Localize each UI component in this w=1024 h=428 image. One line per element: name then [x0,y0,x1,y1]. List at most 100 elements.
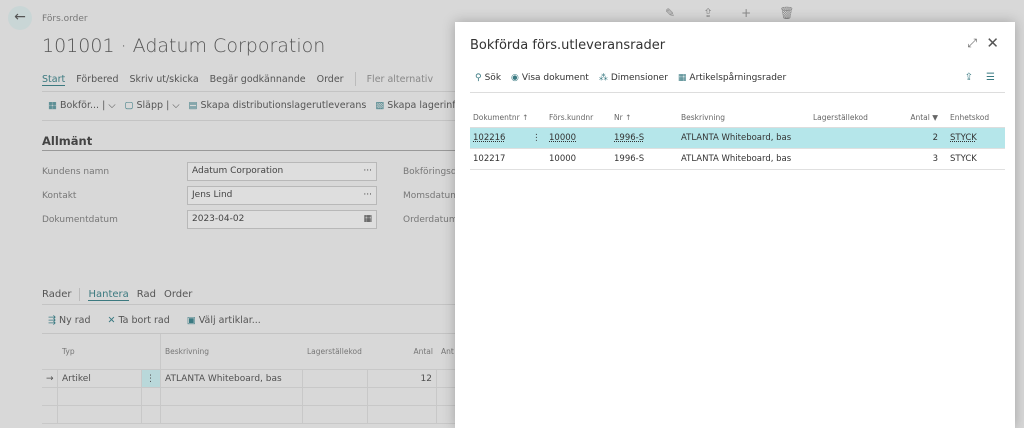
delete-line-button[interactable]: ✕ Ta bort rad [107,315,169,326]
customer-name-field[interactable]: Adatum Corporation ··· [187,162,377,181]
cell-no[interactable]: 1996-S [614,154,681,164]
item-tracking-button[interactable]: ▦ Artikelspårningsrader [678,73,786,83]
label-order-date: Orderdatum [403,215,455,225]
dimensions-button[interactable]: ⁂ Dimensioner [599,73,668,83]
lookup-icon[interactable]: ··· [363,166,372,177]
tab-rad[interactable]: Rad [137,289,156,300]
select-items-button[interactable]: ▣ Välj artiklar... [187,315,261,326]
divider [42,304,456,305]
col-ant[interactable]: Ant [437,334,456,369]
tab-hantera[interactable]: Hantera [88,289,129,301]
cell-unit[interactable]: STYCK [938,154,998,164]
delete-line-icon: ✕ [107,315,116,326]
divider [42,91,456,92]
label-vat-date: Momsdatum [403,191,455,201]
show-document-button[interactable]: ◉ Visa dokument [511,73,589,83]
dimensions-icon: ⁂ [598,73,608,83]
col-nr[interactable]: Nr ↑ [614,113,681,122]
delete-icon[interactable]: 🗑 [779,6,794,20]
lines-actions: ⇶ Ny rad ✕ Ta bort rad ▣ Välj artiklar... [48,315,261,326]
table-row[interactable]: 102216 ⋮ 10000 1996-S ATLANTA Whiteboard,… [470,128,1005,149]
cell-customer-no[interactable]: 10000 [549,154,614,164]
cell-type[interactable]: Artikel [58,370,142,387]
posted-shipment-lines-dialog: Bokförda förs.utleveransrader ⤢ ✕ ⚲ Sök ◉… [455,22,1015,428]
label-posting-date: Bokföringsda [403,167,455,177]
document-icon: ▧ [375,100,385,111]
label-document-date: Dokumentdatum [42,215,118,225]
cell-doc-no[interactable]: 102217 [470,154,532,164]
create-shipment-button[interactable]: ▤ Skapa distributionslagerutleverans [189,100,367,111]
table-row[interactable] [42,406,456,424]
col-enhetskod[interactable]: Enhetskod [938,113,998,122]
close-icon[interactable]: ✕ [986,34,999,52]
shipment-lines-table: Dokumentnr ↑ Förs.kundnr Nr ↑ Beskrivnin… [470,108,1005,170]
section-title: Allmänt [42,134,93,148]
tab-order-lines[interactable]: Order [164,289,192,300]
tab-start[interactable]: Start [42,74,66,86]
table-row[interactable]: 102217 10000 1996-S ATLANTA Whiteboard, … [470,149,1005,170]
document-date-field[interactable]: 2023-04-02 ▦ [187,210,377,229]
expand-icon[interactable]: ⤢ [967,36,977,51]
tab-begar-godkannande[interactable]: Begär godkännande [210,74,306,86]
share-icon[interactable]: ⇪ [965,72,973,83]
row-menu-icon[interactable]: ⋮ [142,370,161,387]
cell-description[interactable]: ATLANTA Whiteboard, bas [161,370,303,387]
list-view-icon[interactable]: ☰ [986,72,995,83]
lines-title: Rader [42,289,72,300]
divider [42,120,456,121]
cell-description: ATLANTA Whiteboard, bas [681,133,792,143]
lines-grid: Typ Beskrivning Lagerställekod Antal Ant… [42,334,456,424]
edit-icon[interactable]: ✎ [665,6,675,20]
page-title: 101001 · Adatum Corporation [42,35,326,57]
search-icon: ⚲ [475,73,482,83]
contact-field[interactable]: Jens Lind ··· [187,186,377,205]
more-options[interactable]: Fler alternativ [367,74,433,86]
eye-icon: ◉ [511,73,519,83]
back-button[interactable]: ← [8,6,32,30]
cell-quantity: 3 [932,154,938,164]
cell-doc-no[interactable]: 102216 [470,133,532,143]
row-arrow-icon: → [42,370,58,387]
cell-description: ATLANTA Whiteboard, bas [681,154,792,164]
share-icon[interactable]: ⇪ [703,6,713,20]
col-antal[interactable]: Antal [368,334,437,369]
action-tabs: Start Förbered Skriv ut/skicka Begär god… [42,72,433,86]
col-lagerstallekod[interactable]: Lagerställekod [303,334,368,369]
tab-order[interactable]: Order [317,74,344,86]
post-icon: ▦ [48,100,57,111]
col-typ[interactable]: Typ [58,334,142,369]
tab-skriv-ut[interactable]: Skriv ut/skicka [130,74,199,86]
item-tracking-icon: ▦ [677,73,687,83]
col-dokumentnr[interactable]: Dokumentnr ↑ [470,113,532,122]
col-beskrivning[interactable]: Beskrivning [681,113,813,122]
row-menu-icon[interactable]: ⋮ [532,133,549,143]
col-lagerstallekod[interactable]: Lagerställekod [813,113,893,122]
release-icon: ▢ [124,100,134,111]
cell-customer-no[interactable]: 10000 [549,133,614,143]
table-row[interactable]: → Artikel ⋮ ATLANTA Whiteboard, bas 12 [42,370,456,388]
search-button[interactable]: ⚲ Sök [475,73,501,83]
breadcrumb: Förs.order [42,14,88,24]
tab-forbered[interactable]: Förbered [76,74,118,86]
table-row[interactable] [42,388,456,406]
post-button[interactable]: ▦ Bokför... | ⌵ [48,100,116,111]
cell-location[interactable] [303,370,368,387]
page-toolbar: ✎ ⇪ + 🗑 [665,6,794,20]
cell-unit[interactable]: STYCK [938,133,998,143]
calendar-icon[interactable]: ▦ [363,214,372,225]
cell-quantity[interactable]: 12 [368,370,437,387]
divider [79,288,81,301]
divider [470,92,1005,93]
add-icon[interactable]: + [741,6,751,20]
col-beskrivning[interactable]: Beskrivning [161,334,303,369]
cell-no[interactable]: 1996-S [614,133,681,143]
col-antal[interactable]: Antal ▼ [893,113,938,122]
release-button[interactable]: ▢ Släpp | ⌵ [125,100,180,111]
label-customer-name: Kundens namn [42,167,110,177]
col-fors-kundnr[interactable]: Förs.kundnr [549,113,614,122]
divider [354,72,356,86]
cell-quantity: 2 [932,133,938,143]
lookup-icon[interactable]: ··· [363,190,372,201]
new-line-button[interactable]: ⇶ Ny rad [48,315,90,326]
lines-header: Rader Hantera Rad Order [42,288,192,301]
